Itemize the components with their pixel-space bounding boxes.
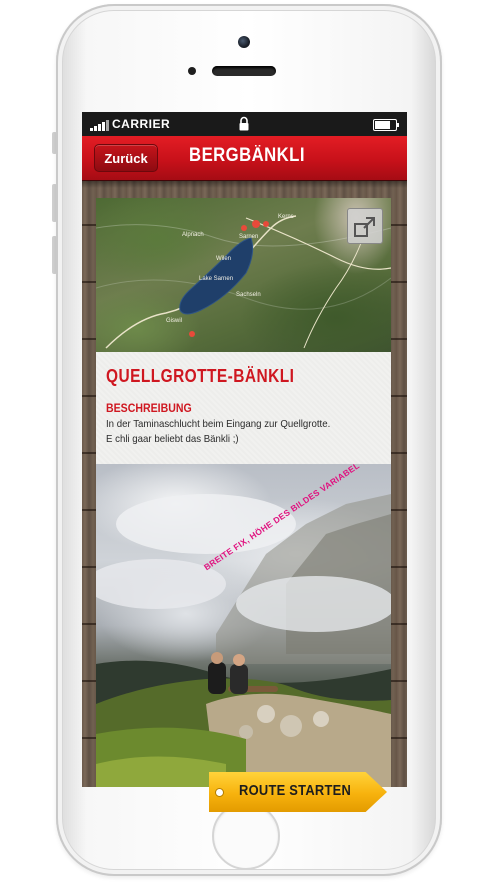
expand-icon [354,217,375,237]
map-pin[interactable] [252,220,260,228]
info-card: QUELLGROTTE-BÄNKLI BESCHREIBUNG In der T… [96,352,391,464]
map-label: Alpnach [182,232,204,238]
description-line: In der Taminaschlucht beim Eingang zur Q… [106,418,331,430]
app-screen: CARRIER Zurück BERGBÄNKLI Sarnen Sachsel… [82,112,407,787]
status-bar: CARRIER [82,112,407,136]
bench-photo[interactable]: BREITE FIX, HÖHE DES BILDES VARIABEL [96,464,391,787]
lock-icon [239,116,249,131]
carrier-name: CARRIER [112,117,171,131]
home-button[interactable] [212,802,280,870]
map-view[interactable]: Sarnen Sachseln Lake Sarnen Giswil Kerns… [96,198,391,352]
landscape-illustration [96,494,391,787]
map-label: Sarnen [239,234,259,240]
front-camera [238,36,250,48]
map-label: Kerns [278,214,294,220]
earpiece-speaker [212,66,276,76]
tag-hole-icon [215,788,224,797]
route-start-label: ROUTE STARTEN [239,782,352,799]
page-title: BERGBÄNKLI [189,145,305,166]
navigation-bar: Zurück BERGBÄNKLI [82,136,407,181]
map-label: Wilen [216,256,232,262]
person [230,664,248,694]
map-label: Giswil [166,318,182,324]
map-label: Lake Sarnen [199,276,234,282]
proximity-sensor [188,67,196,75]
navbar-shadow [82,180,407,188]
back-button[interactable]: Zurück [94,144,158,172]
bench-title: QUELLGROTTE-BÄNKLI [106,366,295,386]
signal-strength-icon [90,119,110,131]
battery-icon [373,119,399,131]
description-line: E chli gaar beliebt das Bänkli ;) [106,433,239,445]
route-start-button[interactable]: ROUTE STARTEN [209,772,387,812]
battery-fill [375,121,390,129]
map-label: Sachseln [236,292,261,298]
expand-map-button[interactable] [347,208,383,244]
person [208,662,226,694]
description-heading: BESCHREIBUNG [106,401,192,415]
